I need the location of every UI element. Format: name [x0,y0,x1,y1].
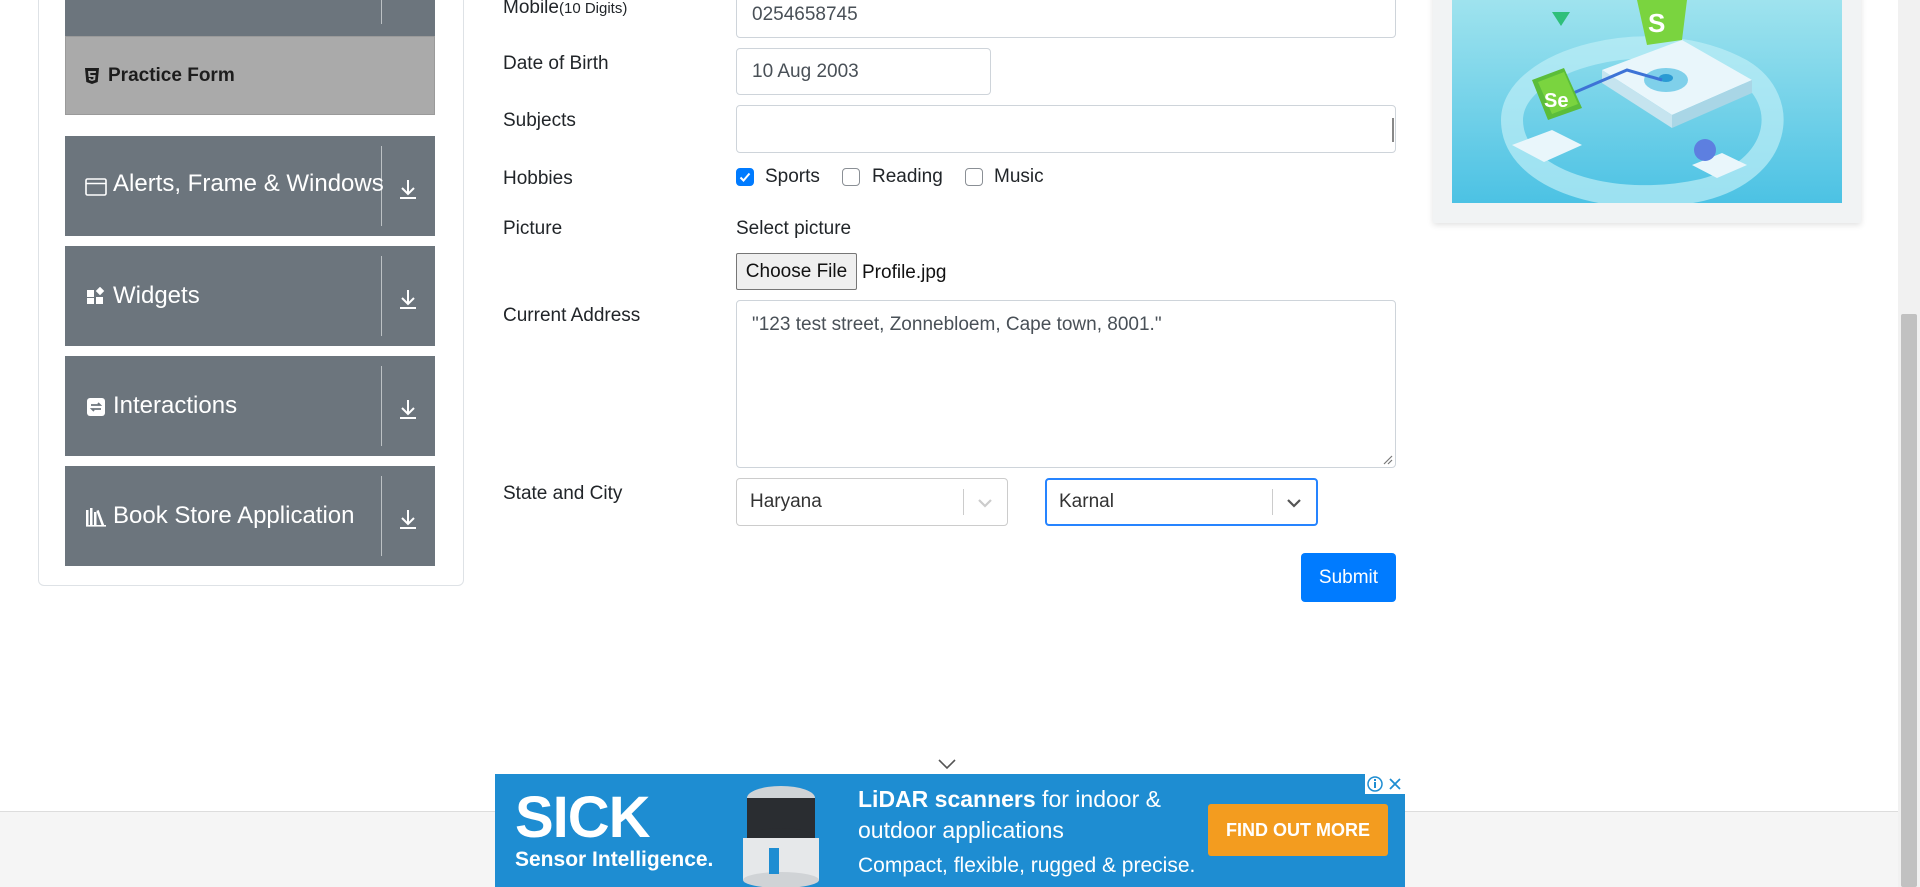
sidebar-separator [381,476,382,556]
ad-brand: SICK [515,785,651,850]
sidebar-group-title: Book Store Application [113,502,355,529]
browser-window-icon [85,176,107,198]
sidebar-separator [381,0,382,24]
selenium-s-logo: S [1648,8,1665,38]
city-selected-value: Karnal [1059,491,1114,512]
dob-value: 10 Aug 2003 [752,60,859,82]
chevron-down-icon[interactable] [1284,493,1304,513]
subjects-label: Subjects [503,110,576,131]
mobile-hint: (10 Digits) [558,0,628,17]
download-arrow-icon[interactable] [396,507,420,531]
music-checkbox[interactable] [965,168,983,186]
current-address-textarea[interactable]: "123 test street, Zonnebloem, Cape town,… [736,300,1396,468]
ad-close-icon[interactable] [1385,774,1405,794]
state-select[interactable]: Haryana [736,478,1008,526]
mobile-label: Mobile(10 Digits) [503,0,627,19]
download-arrow-icon[interactable] [396,287,420,311]
sidebar-item-practice-form[interactable]: Practice Form [65,36,435,115]
reading-checkbox[interactable] [842,168,860,186]
sidebar-group-title: Alerts, Frame & Windows [113,170,384,197]
date-of-birth-input[interactable]: 10 Aug 2003 [736,48,991,95]
ad-headline-bold: LiDAR scanners [858,786,1036,812]
sports-checkbox[interactable] [736,168,754,186]
resize-handle-icon[interactable] [1381,453,1393,465]
selenium-promo-banner[interactable]: Se S [1433,0,1861,223]
scrollbar-thumb[interactable] [1901,314,1917,887]
selenium-logo-text: Se [1544,90,1568,112]
state-city-label: State and City [503,483,623,504]
sidebar-group-alerts-frame-windows[interactable]: Alerts, Frame & Windows [65,136,435,236]
chevron-down-icon[interactable] [975,493,995,513]
sidebar-group-interactions[interactable]: Interactions [65,356,435,456]
sidebar-group-title: Interactions [113,392,238,419]
sidebar-group-forms[interactable] [65,0,435,36]
download-arrow-icon[interactable] [396,177,420,201]
select-picture-label: Select picture [736,218,852,239]
sports-checkbox-label[interactable]: Sports [765,166,820,188]
sidebar-group-title: Widgets [113,282,200,309]
ad-headline-line1: LiDAR scanners for indoor & [858,786,1161,813]
ad-headline-line2: outdoor applications [858,817,1064,843]
sidebar-item-label: Practice Form [108,65,235,86]
dob-label: Date of Birth [503,53,609,74]
current-address-label: Current Address [503,305,641,326]
ad-choices-controls [1365,774,1405,794]
selenium-illustration: Se S [1452,0,1842,203]
html5-icon [85,68,99,84]
mobile-value: 0254658745 [752,4,858,25]
select-separator [963,489,964,515]
sidebar-separator [381,366,382,446]
lidar-scanner-icon [743,786,819,887]
submit-button[interactable]: Submit [1301,553,1396,602]
mobile-label-text: Mobile [503,0,559,18]
mobile-input[interactable]: 0254658745 [736,0,1396,38]
collapse-ad-chevron-icon[interactable] [937,758,957,770]
ad-info-icon[interactable] [1365,774,1385,794]
city-select[interactable]: Karnal [1045,478,1318,526]
choose-file-button[interactable]: Choose File [736,253,857,290]
ad-tagline: Sensor Intelligence. [515,848,714,871]
download-arrow-icon[interactable] [396,397,420,421]
music-checkbox-label[interactable]: Music [994,166,1044,188]
sidebar-separator [381,256,382,336]
address-value: "123 test street, Zonnebloem, Cape town,… [752,314,1162,335]
books-icon [85,506,107,528]
sidebar-group-widgets[interactable]: Widgets [65,246,435,346]
picture-label: Picture [503,218,563,239]
sick-lidar-ad[interactable]: SICK Sensor Intelligence. LiDAR scanners… [495,774,1405,887]
reading-checkbox-label[interactable]: Reading [872,166,943,188]
ad-find-out-more-button[interactable]: FIND OUT MORE [1208,804,1388,856]
sidebar-group-book-store[interactable]: Book Store Application [65,466,435,566]
state-selected-value: Haryana [750,491,822,512]
text-cursor [1392,118,1394,142]
sidebar-separator [381,146,382,226]
widgets-grid-icon [85,286,107,308]
subjects-input[interactable] [736,105,1396,153]
ad-subline: Compact, flexible, rugged & precise. [858,854,1196,877]
hobbies-label: Hobbies [503,168,573,189]
selected-file-name: Profile.jpg [862,262,947,283]
select-separator [1272,489,1273,515]
ad-headline-rest: for indoor & [1035,786,1161,812]
interactions-arrows-icon [85,396,107,418]
